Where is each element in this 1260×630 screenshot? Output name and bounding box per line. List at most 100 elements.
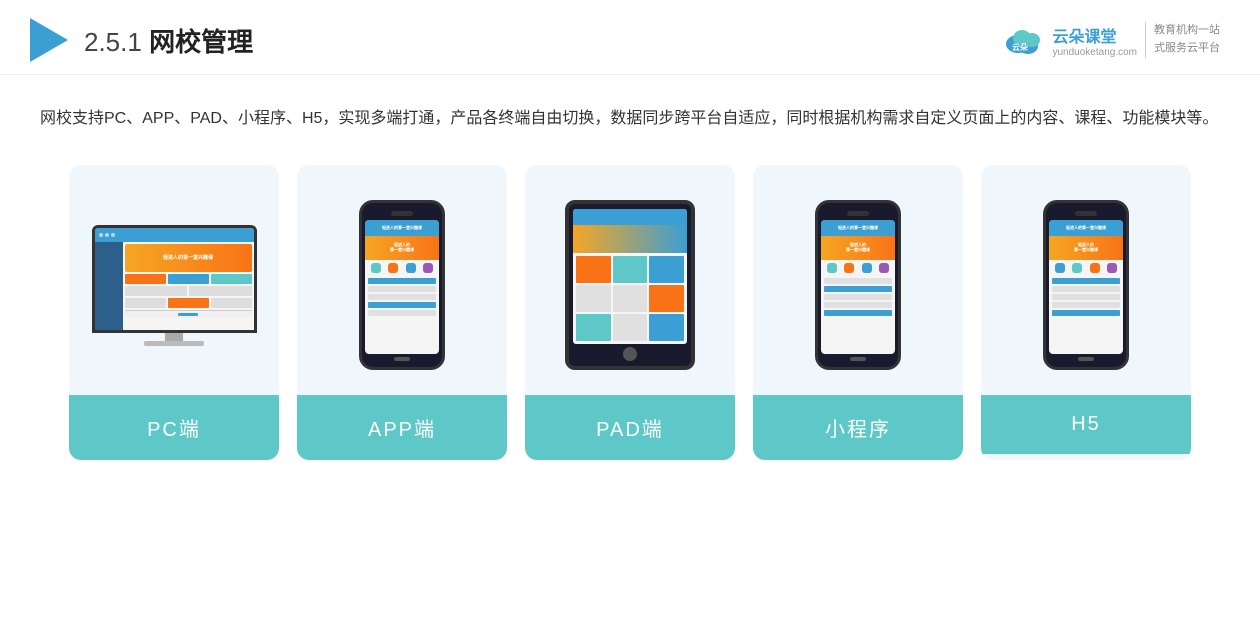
card-pad-image (525, 165, 735, 395)
brand-slogan: 教育机构一站 式服务云平台 (1154, 22, 1220, 57)
pad-screen (573, 209, 687, 344)
phone-icons (365, 260, 439, 276)
card-pad-label: PAD端 (525, 395, 735, 460)
device-h5: 轻进人的第一堂兴趣课 轻进人的第一堂兴趣课 (1043, 200, 1129, 370)
card-miniprogram: 轻进人的第一堂兴趣课 轻进人的第一堂兴趣课 (753, 165, 963, 460)
phone-icon (371, 263, 381, 273)
pc-row1 (125, 274, 252, 284)
phone-icon-h5 (1107, 263, 1117, 273)
cloud-icon: 云朵 (1002, 24, 1044, 56)
cards-area: 轻进人的第一堂兴趣课 (0, 155, 1260, 490)
phone-home-mini (850, 357, 866, 361)
phone-icons-mini (821, 260, 895, 276)
phone-body-h5: 轻进人的第一堂兴趣课 轻进人的第一堂兴趣课 (1043, 200, 1129, 370)
pc-block (189, 286, 252, 296)
pc-screen-body: 轻进人的第一堂兴趣课 (95, 242, 254, 330)
pad-top (573, 209, 687, 225)
brand-url: yunduoketang.com (1052, 47, 1137, 58)
pad-cell (576, 285, 611, 312)
card-h5-image: 轻进人的第一堂兴趣课 轻进人的第一堂兴趣课 (981, 165, 1191, 395)
pad-cell (649, 256, 684, 283)
card-miniprogram-label: 小程序 (753, 395, 963, 460)
phone-row-h5 (1052, 310, 1120, 316)
phone-icon-h5 (1055, 263, 1065, 273)
pc-dot3 (111, 233, 115, 237)
device-pc: 轻进人的第一堂兴趣课 (92, 225, 257, 346)
brand-divider (1145, 22, 1146, 58)
pad-cell (576, 314, 611, 341)
card-pc-image: 轻进人的第一堂兴趣课 (69, 165, 279, 395)
description-text: 网校支持PC、APP、PAD、小程序、H5，实现多端打通，产品各终端自由切换，数… (0, 75, 1260, 155)
pc-screen-top (95, 228, 254, 242)
phone-row-h5 (1052, 302, 1120, 308)
pc-base (144, 341, 204, 346)
card-app-image: 轻进人的第一堂兴趣课 轻进人的第一堂兴趣课 (297, 165, 507, 395)
pc-block (168, 274, 209, 284)
phone-row-h5 (1052, 286, 1120, 292)
phone-row-mini (824, 302, 892, 308)
phone-row (368, 302, 436, 308)
phone-screen-mini: 轻进人的第一堂兴趣课 轻进人的第一堂兴趣课 (821, 220, 895, 354)
card-miniprogram-image: 轻进人的第一堂兴趣课 轻进人的第一堂兴趣课 (753, 165, 963, 395)
phone-icon-mini (862, 263, 872, 273)
phone-home (394, 357, 410, 361)
pc-monitor: 轻进人的第一堂兴趣课 (92, 225, 257, 333)
phone-banner-h5: 轻进人的第一堂兴趣课 (1049, 236, 1123, 260)
pad-grid (573, 253, 687, 344)
phone-row (368, 278, 436, 284)
pc-block (125, 286, 188, 296)
pc-bottom (125, 310, 252, 318)
phone-notch-h5 (1075, 211, 1097, 216)
pc-block (125, 298, 166, 308)
phone-row (368, 294, 436, 300)
pad-banner (573, 225, 687, 253)
phone-icon-mini (844, 263, 854, 273)
pc-block (168, 298, 209, 308)
phone-row-h5 (1052, 294, 1120, 300)
phone-notch-mini (847, 211, 869, 216)
pc-screen: 轻进人的第一堂兴趣课 (95, 228, 254, 330)
brand-row: 云朵 云朵课堂 yunduoketang.com 教育机构一站 式服务云平台 (1002, 22, 1220, 58)
phone-row (368, 286, 436, 292)
pad-cell (576, 256, 611, 283)
card-app-label: APP端 (297, 395, 507, 460)
pad-cell (613, 314, 648, 341)
phone-row-h5 (1052, 278, 1120, 284)
phone-banner-mini: 轻进人的第一堂兴趣课 (821, 236, 895, 260)
phone-screen: 轻进人的第一堂兴趣课 轻进人的第一堂兴趣课 (365, 220, 439, 354)
pc-block (211, 274, 252, 284)
phone-banner: 轻进人的第一堂兴趣课 (365, 236, 439, 260)
phone-row-mini (824, 294, 892, 300)
phone-body-mini: 轻进人的第一堂兴趣课 轻进人的第一堂兴趣课 (815, 200, 901, 370)
card-pc-label: PC端 (69, 395, 279, 460)
phone-icon (406, 263, 416, 273)
header-left: 2.5.1 网校管理 (30, 18, 253, 62)
pc-block (125, 274, 166, 284)
phone-icon-mini (827, 263, 837, 273)
phone-row-mini (824, 286, 892, 292)
phone-icon (388, 263, 398, 273)
brand-name: 云朵课堂 (1052, 23, 1137, 47)
pad-cell (613, 285, 648, 312)
card-app: 轻进人的第一堂兴趣课 轻进人的第一堂兴趣课 (297, 165, 507, 460)
logo-arrow-icon (30, 18, 68, 62)
phone-top-h5: 轻进人的第一堂兴趣课 (1049, 220, 1123, 236)
page-title: 2.5.1 网校管理 (84, 22, 253, 59)
pc-block (211, 298, 252, 308)
phone-row-mini (824, 310, 892, 316)
phone-icon (423, 263, 433, 273)
phone-content-h5 (1049, 276, 1123, 354)
section-number: 2.5.1 (84, 27, 142, 57)
pc-banner: 轻进人的第一堂兴趣课 (125, 244, 252, 272)
phone-content-mini (821, 276, 895, 354)
phone-row (368, 310, 436, 316)
brand-text: 云朵课堂 yunduoketang.com (1052, 23, 1137, 58)
header: 2.5.1 网校管理 云朵 云朵课堂 yunduoketang.com 教育机构… (0, 0, 1260, 75)
phone-icon-h5 (1090, 263, 1100, 273)
card-pad: PAD端 (525, 165, 735, 460)
card-h5: 轻进人的第一堂兴趣课 轻进人的第一堂兴趣课 (981, 165, 1191, 460)
phone-row-mini (824, 278, 892, 284)
device-miniprogram: 轻进人的第一堂兴趣课 轻进人的第一堂兴趣课 (815, 200, 901, 370)
brand-logo: 云朵 云朵课堂 yunduoketang.com 教育机构一站 式服务云平台 (1002, 22, 1220, 58)
pad-cell (613, 256, 648, 283)
